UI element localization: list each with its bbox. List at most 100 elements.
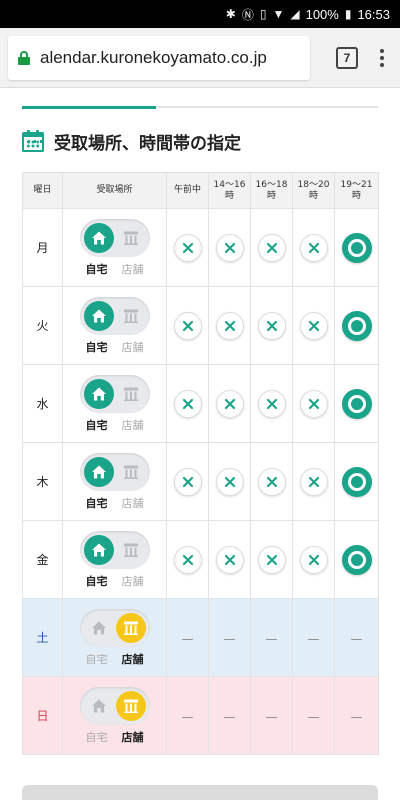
table-row: 土自宅 店舗 — — — — —	[22, 598, 379, 677]
day-cell: 木	[22, 442, 63, 521]
time-slot-cell	[208, 442, 251, 521]
url-text: alendar.kuronekoyamato.co.jp	[40, 47, 267, 67]
store-label[interactable]: 店舗	[122, 651, 144, 667]
wifi-icon: ▼	[272, 7, 285, 21]
store-label[interactable]: 店舗	[122, 495, 144, 511]
time-slot-cell: —	[334, 676, 379, 755]
home-label[interactable]: 自宅	[86, 339, 108, 355]
home-icon	[83, 300, 114, 331]
unavailable-x-icon[interactable]	[299, 467, 328, 496]
unavailable-x-icon[interactable]	[257, 545, 286, 574]
selected-circle-icon[interactable]	[341, 544, 372, 575]
store-label[interactable]: 店舗	[122, 573, 144, 589]
home-label[interactable]: 自宅	[86, 495, 108, 511]
vibrate-icon: ▯	[259, 7, 267, 21]
unavailable-x-icon[interactable]	[299, 545, 328, 574]
unavailable-x-icon[interactable]	[173, 233, 202, 262]
place-cell: 自宅 店舗	[62, 286, 167, 365]
battery-icon: ▮	[344, 7, 352, 21]
unavailable-x-icon[interactable]	[257, 467, 286, 496]
day-cell: 火	[22, 286, 63, 365]
unavailable-x-icon[interactable]	[215, 389, 244, 418]
header-slot-16-18: 16〜18時	[250, 172, 293, 209]
selected-circle-icon[interactable]	[341, 232, 372, 263]
day-cell: 日	[22, 676, 63, 755]
header-place: 受取場所	[62, 172, 167, 209]
active-tab-underline	[22, 106, 156, 109]
bottom-action-bar[interactable]	[22, 785, 378, 800]
store-icon	[123, 386, 139, 402]
lock-icon	[18, 50, 30, 65]
unavailable-x-icon[interactable]	[173, 311, 202, 340]
place-toggle[interactable]	[79, 374, 150, 413]
day-cell: 金	[22, 520, 63, 599]
home-icon	[83, 222, 114, 253]
unavailable-x-icon[interactable]	[215, 311, 244, 340]
selected-circle-icon[interactable]	[341, 388, 372, 419]
home-label[interactable]: 自宅	[86, 417, 108, 433]
section-title: 受取場所、時間帯の指定	[54, 133, 241, 154]
unavailable-x-icon[interactable]	[257, 233, 286, 262]
unavailable-x-icon[interactable]	[299, 311, 328, 340]
nfc-icon: Ⓝ	[241, 7, 254, 22]
slot-dash: —	[307, 710, 320, 724]
home-icon	[83, 456, 114, 487]
place-toggle[interactable]	[79, 452, 150, 491]
unavailable-x-icon[interactable]	[257, 389, 286, 418]
address-bar[interactable]: alendar.kuronekoyamato.co.jp	[8, 35, 310, 80]
unavailable-x-icon[interactable]	[215, 467, 244, 496]
unavailable-x-icon[interactable]	[299, 233, 328, 262]
home-label[interactable]: 自宅	[86, 729, 108, 745]
store-icon	[115, 612, 146, 643]
section-header: 受取場所、時間帯の指定	[22, 128, 378, 154]
store-label[interactable]: 店舗	[122, 417, 144, 433]
time-slot-cell	[166, 520, 209, 599]
home-label[interactable]: 自宅	[86, 573, 108, 589]
battery-level: 100%	[305, 6, 339, 22]
time-slot-cell	[208, 364, 251, 443]
time-slot-cell	[292, 442, 335, 521]
time-slot-cell	[250, 286, 293, 365]
store-icon	[123, 230, 139, 246]
tab-switcher-button[interactable]: 7	[336, 46, 358, 69]
place-toggle[interactable]	[79, 218, 150, 257]
table-row: 火自宅 店舗	[22, 286, 379, 365]
place-toggle[interactable]	[79, 296, 150, 335]
store-label[interactable]: 店舗	[122, 339, 144, 355]
store-label[interactable]: 店舗	[122, 729, 144, 745]
home-icon	[91, 698, 107, 714]
day-cell: 土	[22, 598, 63, 677]
home-label[interactable]: 自宅	[86, 261, 108, 277]
slot-dash: —	[265, 632, 278, 646]
time-slot-cell: —	[292, 598, 335, 677]
selected-circle-icon[interactable]	[341, 466, 372, 497]
place-cell: 自宅 店舗	[62, 442, 167, 521]
time-slot-cell	[166, 364, 209, 443]
unavailable-x-icon[interactable]	[173, 467, 202, 496]
tab-indicator	[22, 106, 378, 110]
time-slot-cell	[334, 286, 379, 365]
place-toggle[interactable]	[79, 530, 150, 569]
unavailable-x-icon[interactable]	[215, 233, 244, 262]
selected-circle-icon[interactable]	[341, 310, 372, 341]
slot-dash: —	[223, 632, 236, 646]
slot-dash: —	[223, 710, 236, 724]
overflow-menu-icon[interactable]	[380, 48, 384, 67]
slot-dash: —	[350, 710, 363, 724]
time-slot-cell	[208, 520, 251, 599]
page-content: 受取場所、時間帯の指定 曜日 受取場所 午前中 14〜16時 16〜18時 18…	[0, 106, 400, 755]
unavailable-x-icon[interactable]	[215, 545, 244, 574]
place-toggle[interactable]	[79, 608, 150, 647]
time-slot-cell	[208, 286, 251, 365]
unavailable-x-icon[interactable]	[173, 389, 202, 418]
time-slot-cell	[250, 364, 293, 443]
store-label[interactable]: 店舗	[122, 261, 144, 277]
home-label[interactable]: 自宅	[86, 651, 108, 667]
header-day: 曜日	[22, 172, 63, 209]
unavailable-x-icon[interactable]	[257, 311, 286, 340]
place-toggle[interactable]	[79, 686, 150, 725]
store-icon	[115, 690, 146, 721]
unavailable-x-icon[interactable]	[299, 389, 328, 418]
unavailable-x-icon[interactable]	[173, 545, 202, 574]
schedule-table: 曜日 受取場所 午前中 14〜16時 16〜18時 18〜20時 19〜21時 …	[22, 172, 379, 755]
